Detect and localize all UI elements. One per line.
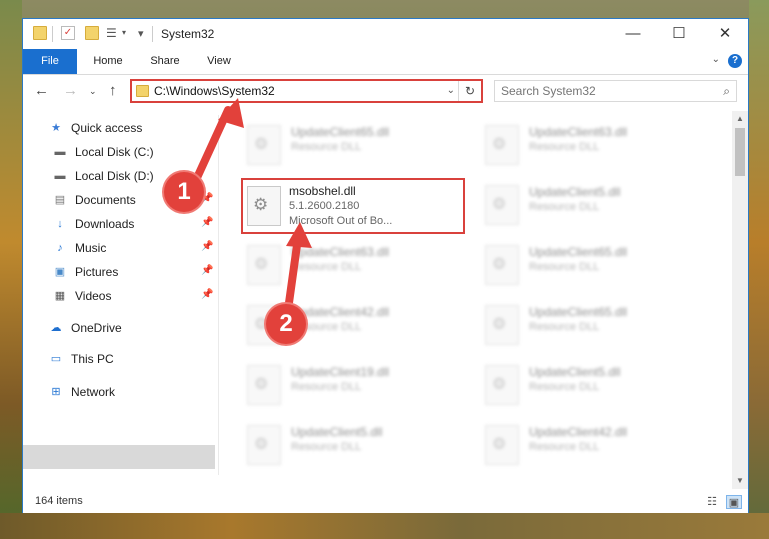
details-view-icon[interactable]: ☷ — [704, 495, 720, 509]
expand-ribbon-chevron-icon[interactable]: ⌄ — [712, 54, 720, 65]
forward-arrow-icon[interactable]: → — [63, 82, 78, 99]
file-list: UpdateClient65.dll Resource DLL UpdateCl… — [219, 111, 735, 489]
customize-toolbar-icon[interactable]: ☰ — [106, 26, 120, 40]
dll-file-icon — [247, 245, 281, 285]
navigation-bar: ← → ⌄ ↑ C:\Windows\System32 ⌄ ↻ ⌕ — [23, 75, 748, 107]
title-divider — [152, 26, 153, 42]
folder-icon[interactable] — [33, 26, 47, 40]
dll-file-icon — [485, 365, 519, 405]
list-item[interactable]: UpdateClient65.dll Resource DLL — [479, 297, 709, 353]
close-button[interactable]: ✕ — [702, 19, 748, 49]
download-icon: ↓ — [57, 218, 63, 230]
list-item[interactable]: UpdateClient5.dll Resource DLL — [479, 357, 709, 413]
scroll-down-arrow-icon[interactable]: ▼ — [732, 473, 748, 489]
list-item[interactable]: UpdateClient5.dll Resource DLL — [241, 417, 471, 473]
search-box[interactable]: ⌕ — [494, 80, 737, 102]
selected-item-highlight — [23, 445, 215, 469]
file-name: msobshel.dll — [289, 184, 356, 198]
new-folder-icon[interactable] — [85, 26, 99, 40]
item-count: 164 items — [35, 495, 83, 507]
navigation-pane: ★ Quick access ▬ Local Disk (C:) ▬ Local… — [23, 115, 215, 485]
address-bar[interactable]: C:\Windows\System32 ⌄ ↻ — [130, 79, 483, 103]
list-item[interactable]: UpdateClient65.dll Resource DLL — [479, 237, 709, 293]
dll-file-icon — [485, 245, 519, 285]
maximize-button[interactable]: ☐ — [656, 19, 702, 49]
callout-1: 1 — [164, 172, 204, 212]
help-icon[interactable]: ? — [728, 54, 742, 68]
videos-icon: ▦ — [54, 290, 66, 302]
desktop-wallpaper-right — [749, 0, 769, 539]
search-icon[interactable]: ⌕ — [723, 84, 730, 99]
folder-icon — [136, 85, 149, 97]
window-title: System32 — [161, 27, 215, 41]
drive-icon: ▬ — [54, 170, 66, 182]
scroll-thumb[interactable] — [735, 128, 745, 176]
computer-icon: ▭ — [50, 353, 62, 365]
ribbon-tabs: File Home Share View ⌄ ? — [23, 49, 748, 75]
large-icons-view-icon[interactable]: ▣ — [726, 495, 742, 509]
recent-locations-chevron-icon[interactable]: ⌄ — [89, 86, 97, 97]
gear-icon: ⚙ — [253, 195, 269, 214]
minimize-button[interactable]: — — [610, 19, 656, 49]
drive-icon: ▬ — [54, 146, 66, 158]
dll-file-icon: ⚙ — [247, 186, 281, 226]
vertical-scrollbar[interactable]: ▲ ▼ — [732, 111, 748, 489]
pin-icon[interactable]: 📌 — [201, 217, 213, 228]
highlighted-file-msobshel[interactable]: ⚙ msobshel.dll 5.1.2600.2180 Microsoft O… — [241, 178, 465, 234]
pin-icon[interactable]: 📌 — [201, 289, 213, 300]
tab-home[interactable]: Home — [83, 49, 133, 74]
pictures-icon: ▣ — [54, 266, 66, 278]
list-item[interactable]: UpdateClient19.dll Resource DLL — [241, 357, 471, 413]
documents-icon: ▤ — [54, 194, 66, 206]
music-icon: ♪ — [57, 242, 63, 254]
desktop-wallpaper-bottom — [0, 513, 769, 539]
list-item[interactable]: UpdateClient42.dll Resource DLL — [479, 417, 709, 473]
star-icon: ★ — [51, 122, 61, 134]
dll-file-icon — [247, 365, 281, 405]
tab-share[interactable]: Share — [141, 49, 189, 74]
status-bar: 164 items ☷ ▣ — [23, 491, 748, 513]
file-explorer-window: ✓ ☰ ▾ ▾ System32 — ☐ ✕ File Home Share V… — [22, 18, 749, 513]
properties-icon[interactable]: ✓ — [61, 26, 75, 40]
refresh-icon[interactable]: ↻ — [458, 81, 481, 101]
list-item[interactable]: UpdateClient63.dll Resource DLL — [241, 237, 471, 293]
dll-file-icon — [485, 305, 519, 345]
address-path[interactable]: C:\Windows\System32 — [154, 84, 275, 98]
dll-file-icon — [485, 425, 519, 465]
dll-file-icon — [247, 425, 281, 465]
toolbar-divider — [52, 26, 53, 42]
callout-2: 2 — [266, 304, 306, 344]
dll-file-icon — [247, 125, 281, 165]
desktop-wallpaper-left — [0, 0, 22, 539]
tab-view[interactable]: View — [197, 49, 241, 74]
back-arrow-icon[interactable]: ← — [34, 82, 49, 99]
network-icon: ⊞ — [51, 386, 61, 398]
file-description: Microsoft Out of Bo... — [289, 215, 393, 227]
cloud-icon: ☁ — [50, 322, 62, 334]
list-item[interactable]: UpdateClient5.dll Resource DLL — [479, 177, 709, 233]
scroll-up-arrow-icon[interactable]: ▲ — [732, 111, 748, 127]
dll-file-icon — [485, 185, 519, 225]
title-bar: ✓ ☰ ▾ ▾ System32 — ☐ ✕ — [23, 19, 748, 49]
address-dropdown-chevron-icon[interactable]: ⌄ — [447, 85, 455, 96]
qa-dropdown-icon[interactable]: ▾ — [122, 28, 126, 37]
search-input[interactable] — [501, 83, 706, 99]
pin-icon[interactable]: 📌 — [201, 241, 213, 252]
dll-file-icon — [485, 125, 519, 165]
qa-customize-chevron-icon[interactable]: ▾ — [138, 27, 144, 40]
list-item[interactable]: UpdateClient65.dll Resource DLL — [241, 117, 471, 173]
tab-file[interactable]: File — [23, 49, 77, 74]
up-arrow-icon[interactable]: ↑ — [109, 82, 117, 99]
list-item[interactable]: UpdateClient63.dll Resource DLL — [479, 117, 709, 173]
pin-icon[interactable]: 📌 — [201, 265, 213, 276]
file-version: 5.1.2600.2180 — [289, 200, 360, 212]
